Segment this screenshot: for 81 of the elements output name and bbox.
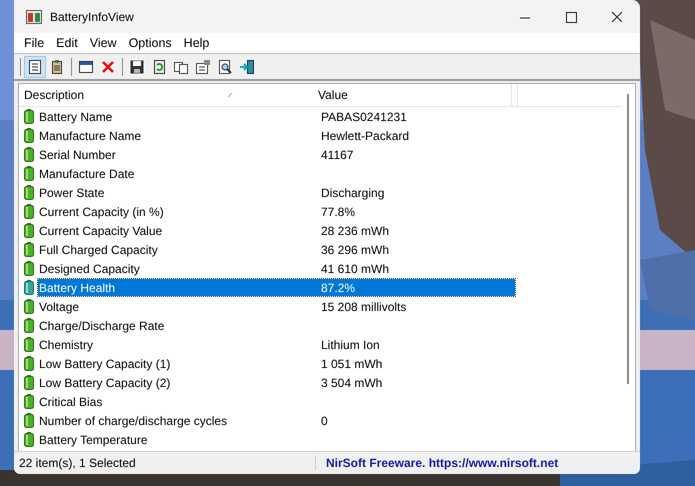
menu-item[interactable]: File [18, 36, 50, 50]
table-cell: 1 051 mWh [321, 356, 382, 370]
table-row[interactable]: Number of charge/discharge cycles 0 [38, 412, 515, 429]
table-cell-text: Battery Health [38, 280, 116, 294]
battery-icon [24, 413, 34, 428]
table-cell: 3 504 mWh [321, 376, 382, 390]
battery-icon [24, 394, 34, 409]
table-row[interactable]: Full Charged Capacity 36 296 mWh [38, 241, 515, 258]
table-cell: 41 610 mWh [321, 262, 390, 276]
table-cell-text: Battery Temperature [38, 432, 148, 446]
table-row[interactable]: Battery Health 87.2% [38, 279, 515, 296]
table-row[interactable]: Manufacture Name Hewlett-Packard [38, 127, 515, 144]
battery-icon [24, 109, 34, 124]
table-cell-text: Battery Name [38, 110, 114, 124]
table-cell-text: Number of charge/discharge cycles [38, 414, 228, 428]
table-cell: 41167 [321, 148, 354, 162]
table-row[interactable]: Battery Name PABAS0241231 [38, 108, 515, 125]
table-cell-text: Low Battery Capacity (2) [38, 376, 172, 390]
column-header[interactable]: Value [313, 84, 512, 106]
battery-icon [24, 166, 34, 181]
battery-icon [24, 337, 34, 352]
table-row[interactable]: Current Capacity Value 28 236 mWh [38, 222, 515, 239]
column-header[interactable]: Description [19, 84, 227, 106]
menu-item[interactable]: Edit [50, 36, 84, 50]
battery-icon [24, 432, 34, 447]
battery-icon [24, 261, 34, 276]
table-cell-text: Chemistry [38, 338, 94, 352]
table-row[interactable]: Designed Capacity 41 610 mWh [38, 260, 515, 277]
table-cell: 77.8% [321, 204, 356, 218]
table-row[interactable]: Chemistry Lithium Ion [38, 336, 515, 353]
table-cell: PABAS0241231 [321, 110, 407, 124]
battery-icon [24, 204, 34, 219]
table-cell-text: Current Capacity (in %) [38, 204, 165, 218]
table-cell-text: Critical Bias [38, 394, 104, 408]
table-row[interactable]: Current Capacity (in %) 77.8% [38, 203, 515, 220]
status-text: 22 item(s), 1 Selected [14, 456, 316, 470]
table-cell: 15 208 millivolts [321, 300, 406, 314]
table-row[interactable]: Low Battery Capacity (1) 1 051 mWh [38, 355, 515, 372]
app-icon [26, 10, 42, 24]
table-row[interactable]: Low Battery Capacity (2) 3 504 mWh [38, 374, 515, 391]
battery-icon [24, 375, 34, 390]
table-cell-text: Serial Number [38, 148, 117, 162]
table-cell-text: Current Capacity Value [38, 224, 164, 238]
table-cell: 36 296 mWh [321, 242, 390, 256]
table-cell: 28 236 mWh [321, 224, 390, 238]
menu-item[interactable]: View [84, 36, 123, 50]
table-cell-text: Low Battery Capacity (1) [38, 356, 172, 370]
battery-icon [24, 242, 34, 257]
website-link[interactable]: NirSoft Freeware. https://www.nirsoft.net [316, 456, 558, 470]
table-cell: Hewlett-Packard [321, 128, 410, 142]
table-cell-text: Full Charged Capacity [38, 242, 159, 256]
table-row[interactable]: Power State Discharging [38, 184, 515, 201]
battery-icon [24, 185, 34, 200]
battery-icon [24, 128, 34, 143]
table-cell: 87.2% [321, 280, 356, 294]
battery-icon [24, 356, 34, 371]
table-cell-text: Power State [38, 186, 106, 200]
table-cell-text: Voltage [38, 300, 80, 314]
battery-icon [24, 318, 34, 333]
battery-icon [24, 223, 34, 238]
list-icon[interactable] [24, 56, 46, 78]
table-cell: 0 [321, 414, 328, 428]
table-row[interactable]: Manufacture Date [38, 165, 515, 182]
table-cell-text: Charge/Discharge Rate [38, 318, 166, 332]
table-row[interactable]: Critical Bias [38, 393, 515, 410]
table-cell-text: Manufacture Date [38, 166, 136, 180]
window-title: BatteryInfoView [50, 10, 134, 24]
menu-item[interactable]: Help [178, 36, 216, 50]
battery-icon [24, 147, 34, 162]
menu-item[interactable]: Options [122, 36, 178, 50]
battery-icon [24, 280, 34, 295]
table-cell: Lithium Ion [321, 338, 380, 352]
table-row[interactable]: Serial Number 41167 [38, 146, 515, 163]
table-row[interactable]: Charge/Discharge Rate [38, 317, 515, 334]
table-row[interactable]: Voltage 15 208 millivolts [38, 298, 515, 315]
table-cell-text: Designed Capacity [38, 262, 141, 276]
sort-icon [227, 92, 233, 98]
table-row[interactable]: Battery Temperature [38, 431, 515, 448]
table-cell: Discharging [321, 186, 384, 200]
battery-icon [24, 299, 34, 314]
table-cell-text: Manufacture Name [38, 128, 142, 142]
